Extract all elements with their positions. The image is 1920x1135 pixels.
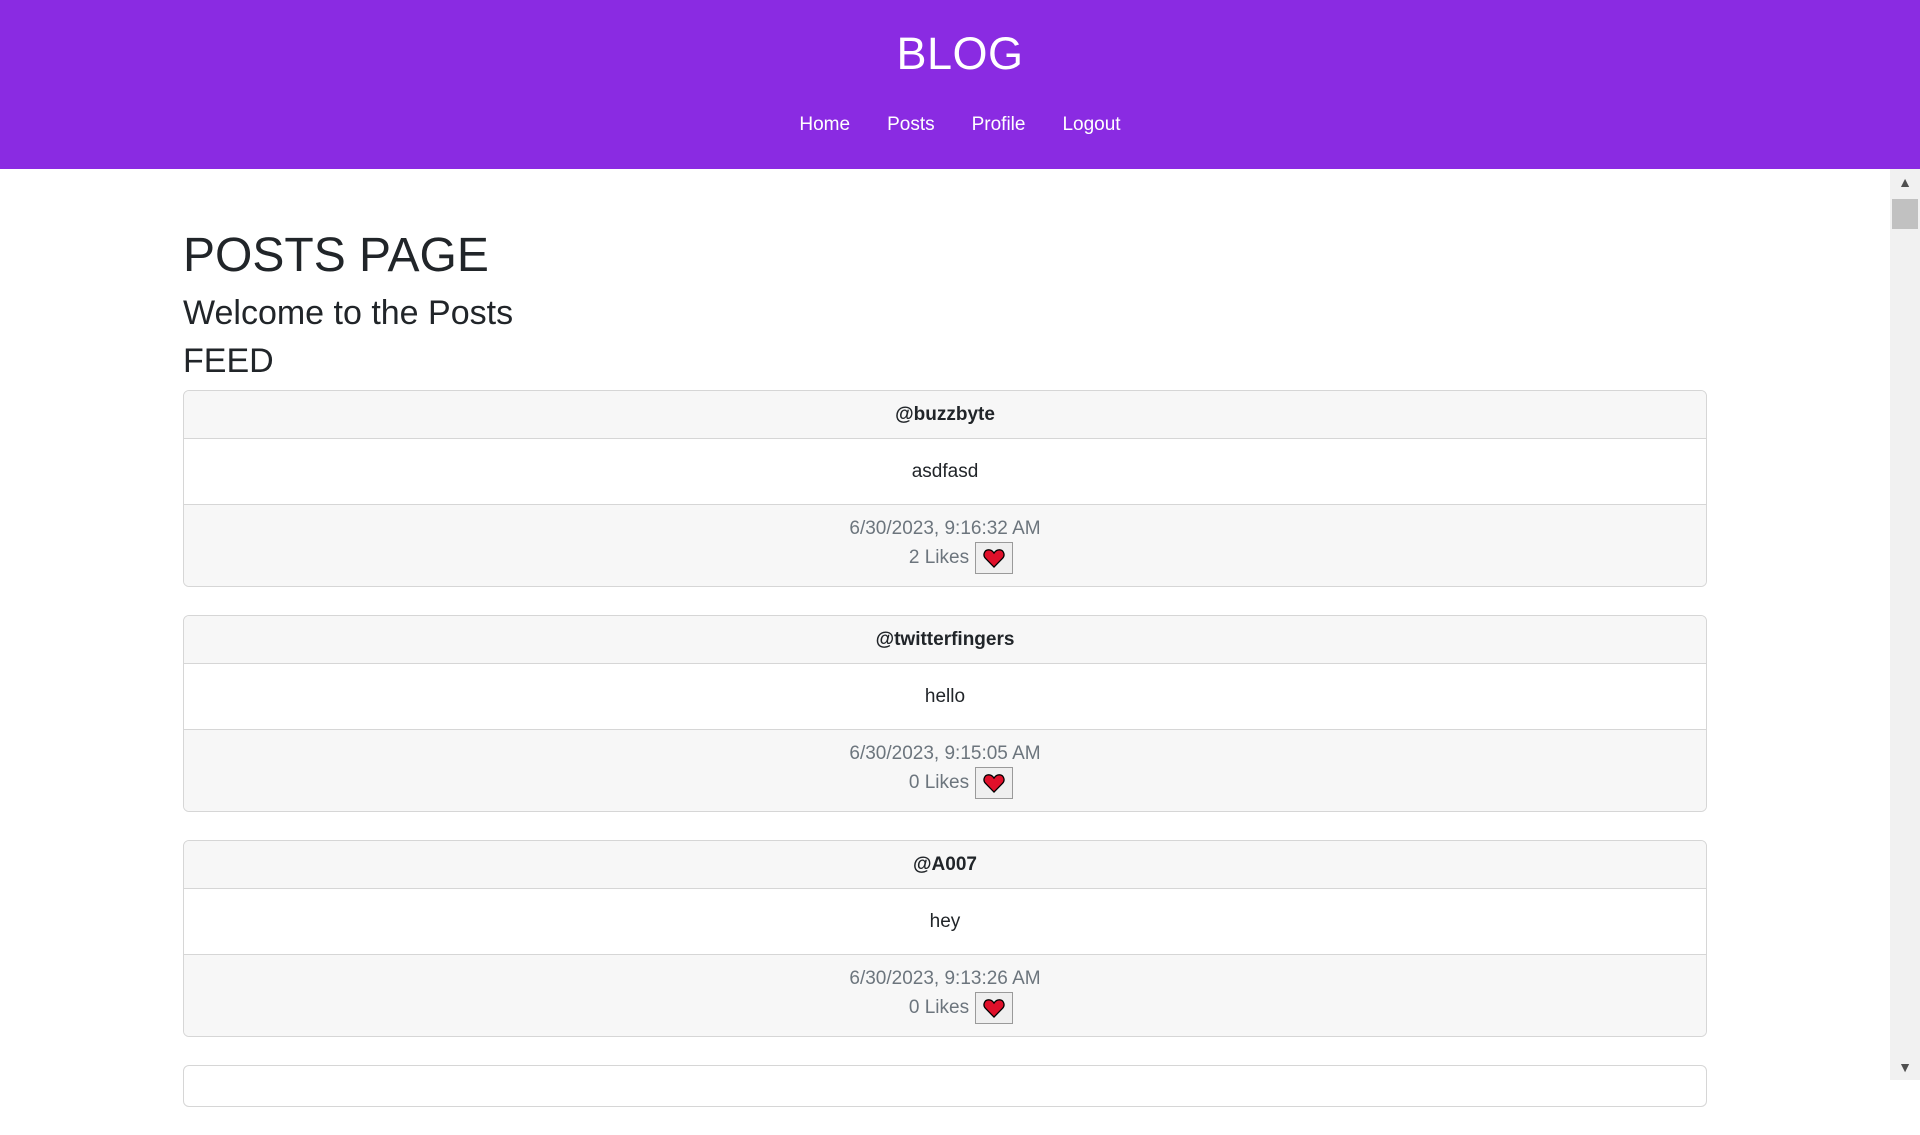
like-button[interactable] <box>975 992 1014 1024</box>
post-like-count: 0 Likes <box>908 772 970 793</box>
post-timestamp: 6/30/2023, 9:13:26 AM <box>849 968 1041 989</box>
heart-icon <box>983 773 1005 793</box>
site-header: BLOG Home Posts Profile Logout <box>0 0 1920 169</box>
page-subtitle: Welcome to the Posts <box>183 294 514 332</box>
post-card: @A007 hey 6/30/2023, 9:13:26 AM 0 Likes <box>183 840 1707 1037</box>
post-body: asdfasd <box>184 439 1706 505</box>
post-feed: @buzzbyte asdfasd 6/30/2023, 9:16:32 AM … <box>183 390 1707 1135</box>
feed-heading: FEED <box>183 342 274 380</box>
post-timestamp: 6/30/2023, 9:16:32 AM <box>849 518 1041 539</box>
heart-icon <box>983 548 1005 568</box>
post-card <box>183 1065 1707 1107</box>
post-card: @buzzbyte asdfasd 6/30/2023, 9:16:32 AM … <box>183 390 1707 587</box>
post-username: @twitterfingers <box>184 616 1706 664</box>
nav-link-profile[interactable]: Profile <box>972 112 1026 138</box>
like-button[interactable] <box>975 542 1014 574</box>
post-username: @buzzbyte <box>184 391 1706 439</box>
post-body: hey <box>184 889 1706 955</box>
site-brand[interactable]: BLOG <box>0 26 1920 82</box>
post-timestamp: 6/30/2023, 9:15:05 AM <box>849 743 1041 764</box>
heart-icon <box>983 998 1005 1018</box>
scrollbar-thumb[interactable] <box>1892 199 1918 229</box>
post-like-count: 2 Likes <box>908 547 970 568</box>
post-footer: 6/30/2023, 9:13:26 AM 0 Likes <box>184 955 1706 1036</box>
post-body: hello <box>184 664 1706 730</box>
post-footer: 6/30/2023, 9:16:32 AM 2 Likes <box>184 505 1706 586</box>
nav-link-posts[interactable]: Posts <box>887 112 935 138</box>
scroll-down-arrow-icon[interactable]: ▼ <box>1890 1054 1920 1080</box>
page-title: POSTS PAGE <box>183 229 489 282</box>
like-button[interactable] <box>975 767 1014 799</box>
post-card: @twitterfingers hello 6/30/2023, 9:15:05… <box>183 615 1707 812</box>
post-likes-row: 0 Likes <box>184 767 1706 799</box>
nav-link-logout[interactable]: Logout <box>1062 112 1120 138</box>
post-footer: 6/30/2023, 9:15:05 AM 0 Likes <box>184 730 1706 811</box>
main-nav: Home Posts Profile Logout <box>0 112 1920 138</box>
vertical-scrollbar[interactable]: ▲ ▼ <box>1890 169 1920 1080</box>
post-like-count: 0 Likes <box>908 997 970 1018</box>
nav-link-home[interactable]: Home <box>799 112 850 138</box>
scroll-up-arrow-icon[interactable]: ▲ <box>1890 169 1920 195</box>
post-likes-row: 0 Likes <box>184 992 1706 1024</box>
post-username: @A007 <box>184 841 1706 889</box>
post-likes-row: 2 Likes <box>184 542 1706 574</box>
